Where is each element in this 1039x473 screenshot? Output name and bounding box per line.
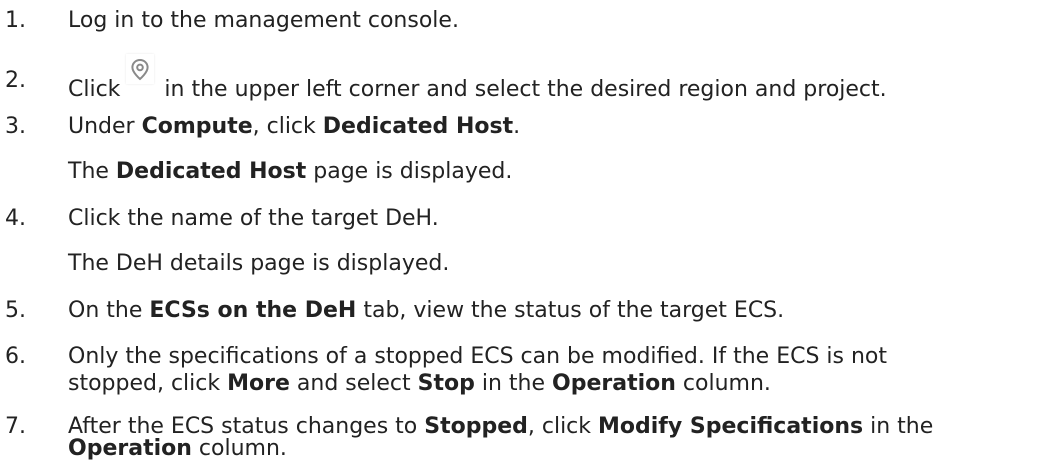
bold-term: Stopped bbox=[424, 414, 528, 439]
step-3-result: The Dedicated Host page is displayed. bbox=[68, 159, 512, 184]
step-text: After the ECS status changes to Stopped,… bbox=[68, 414, 1033, 461]
text-run: page is displayed. bbox=[306, 159, 513, 184]
bold-term: Operation bbox=[552, 371, 676, 396]
bold-term: Dedicated Host bbox=[115, 159, 307, 184]
text-run: The bbox=[68, 159, 116, 184]
step-text: Click in the upper left corner and select… bbox=[68, 54, 1033, 102]
step-text: On the ECSs on the DeH tab, view the sta… bbox=[68, 298, 1033, 323]
step-text-before: Click bbox=[68, 77, 121, 102]
bold-term: Compute bbox=[141, 114, 253, 139]
location-pin-icon bbox=[126, 54, 155, 84]
bold-term: Modify Specifications bbox=[598, 414, 864, 439]
step-4-result: The DeH details page is displayed. bbox=[68, 251, 450, 276]
text-run: , click bbox=[527, 414, 599, 439]
text-run: . bbox=[513, 114, 521, 139]
bold-term: Operation bbox=[68, 436, 192, 461]
text-run: tab, view the status of the target ECS. bbox=[356, 298, 785, 323]
step-number: 6. bbox=[5, 344, 26, 369]
step-number: 5. bbox=[5, 298, 26, 323]
text-run: in the bbox=[863, 414, 934, 439]
text-run: , click bbox=[252, 114, 323, 139]
text-run: in the bbox=[474, 371, 553, 396]
text-run: and select bbox=[289, 371, 418, 396]
text-run: Under bbox=[68, 114, 142, 139]
bold-term: Stop bbox=[417, 371, 475, 396]
text-run: column. bbox=[675, 371, 771, 396]
step-text-line-2: stopped, click More and select Stop in t… bbox=[68, 371, 1033, 396]
text-run: On the bbox=[68, 298, 150, 323]
text-run: stopped, click bbox=[68, 371, 228, 396]
text-run: column. bbox=[191, 436, 287, 461]
bold-term: More bbox=[227, 371, 290, 396]
bold-term: ECSs on the DeH bbox=[149, 298, 357, 323]
step-text-line-2: Operation column. bbox=[68, 436, 1033, 461]
step-number: 7. bbox=[5, 414, 26, 439]
bold-term: Dedicated Host bbox=[322, 114, 514, 139]
step-number: 1. bbox=[5, 8, 26, 33]
step-text-line-1: Only the specifications of a stopped ECS… bbox=[68, 344, 888, 369]
step-text: Under Compute, click Dedicated Host. bbox=[68, 114, 1033, 139]
step-text: Click the name of the target DeH. bbox=[68, 206, 439, 231]
step-number: 3. bbox=[5, 114, 26, 139]
step-text-after: in the upper left corner and select the … bbox=[164, 77, 887, 102]
step-number: 4. bbox=[5, 206, 26, 231]
step-text: Only the specifications of a stopped ECS… bbox=[68, 344, 1033, 396]
step-number: 2. bbox=[5, 68, 26, 93]
step-text: Log in to the management console. bbox=[68, 8, 459, 33]
